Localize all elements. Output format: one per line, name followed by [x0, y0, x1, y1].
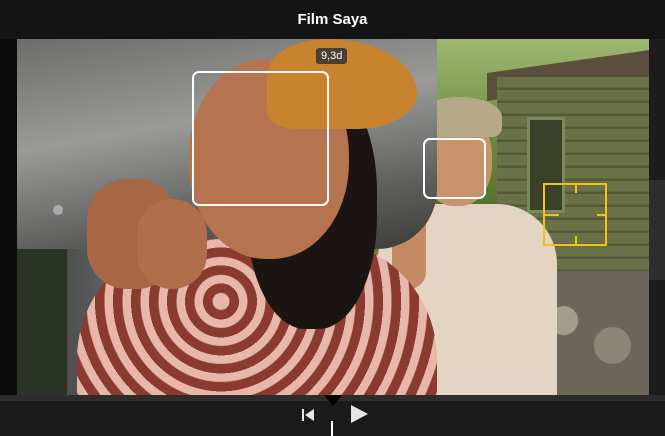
play-button[interactable] [351, 405, 368, 423]
skip-to-start-button[interactable] [302, 409, 316, 421]
skip-to-start-icon-bar [302, 409, 304, 421]
focus-tick-top [575, 185, 577, 193]
focus-time-label: 9,3d [316, 48, 348, 64]
skip-to-start-icon [305, 409, 314, 421]
side-panel-handle[interactable] [649, 180, 665, 280]
scene-woman-hand-2 [137, 199, 207, 289]
focus-tick-right [597, 214, 605, 216]
scene-left-figure [17, 249, 67, 395]
face-tracker-primary[interactable] [192, 71, 329, 206]
window-title: Film Saya [297, 11, 368, 28]
focus-tick-bottom [575, 236, 577, 244]
side-panel-edge[interactable] [649, 39, 665, 395]
playhead[interactable] [331, 421, 333, 436]
focus-reticle-icon[interactable] [543, 183, 607, 246]
timeline-notch-icon [324, 395, 342, 406]
focus-tick-left [545, 214, 559, 216]
video-viewer[interactable]: 9,3d [0, 39, 665, 395]
face-tracker-secondary[interactable] [423, 138, 486, 199]
scene-pipe-hole [53, 205, 63, 215]
title-bar: Film Saya [0, 0, 665, 39]
